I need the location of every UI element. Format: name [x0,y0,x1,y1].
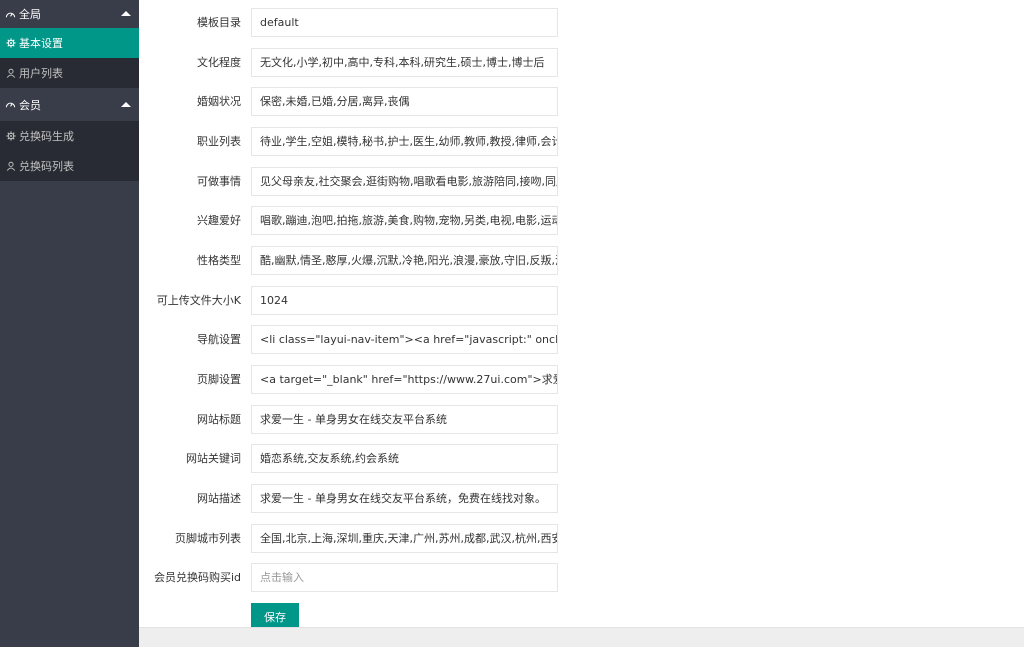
field-label: 性格类型 [197,254,241,267]
nav-group-global[interactable]: 全局 [0,0,139,28]
form-row-template-dir: 模板目录 default [139,8,569,38]
user-icon [5,160,17,172]
nav-group-member-children: 兑换码生成 兑换码列表 [0,121,139,181]
field-label: 会员兑换码购买id [153,571,241,584]
dashboard-icon [4,8,16,20]
field-label: 可做事情 [197,175,241,188]
nav-group-global-children: 基本设置 用户列表 [0,28,139,88]
sidebar-item-label: 兑换码列表 [19,160,74,173]
field-label: 导航设置 [197,333,241,346]
upload-size-input[interactable]: 1024 [251,286,558,315]
sidebar-item-label: 基本设置 [19,37,63,50]
sidebar-item-code-generate[interactable]: 兑换码生成 [0,121,139,151]
form-row-personality: 性格类型 酷,幽默,情圣,憨厚,火爆,沉默,冷艳,阳光,浪漫,豪放,守旧,反叛,… [139,246,569,276]
hobbies-input[interactable]: 唱歌,蹦迪,泡吧,拍拖,旅游,美食,购物,宠物,另类,电视,电影,运动,睡 [251,206,558,235]
field-label: 文化程度 [197,56,241,69]
form-row-activities: 可做事情 见父母亲友,社交聚会,逛街购物,唱歌看电影,旅游陪同,接吻,同居,做 [139,167,569,197]
sidebar-item-label: 兑换码生成 [19,130,74,143]
form-row-site-description: 网站描述 求爱一生 - 单身男女在线交友平台系统，免费在线找对象。 [139,484,569,514]
gear-icon [5,130,17,142]
field-label: 网站描述 [197,492,241,505]
site-description-input[interactable]: 求爱一生 - 单身男女在线交友平台系统，免费在线找对象。 [251,484,558,513]
footer-settings-input[interactable]: <a target="_blank" href="https://www.27u… [251,365,558,394]
education-input[interactable]: 无文化,小学,初中,高中,专科,本科,研究生,硕士,博士,博士后 [251,48,558,77]
field-label: 职业列表 [197,135,241,148]
form-row-education: 文化程度 无文化,小学,初中,高中,专科,本科,研究生,硕士,博士,博士后 [139,48,569,78]
site-title-input[interactable]: 求爱一生 - 单身男女在线交友平台系统 [251,405,558,434]
form-row-footer-settings: 页脚设置 <a target="_blank" href="https://ww… [139,365,569,395]
form-row-member-code-id: 会员兑换码购买id 点击输入 [139,563,569,593]
sidebar-item-code-list[interactable]: 兑换码列表 [0,151,139,181]
template-dir-input[interactable]: default [251,8,558,37]
field-label: 兴趣爱好 [197,214,241,227]
form-row-footer-cities: 页脚城市列表 全国,北京,上海,深圳,重庆,天津,广州,苏州,成都,武汉,杭州,… [139,524,569,554]
form-row-hobbies: 兴趣爱好 唱歌,蹦迪,泡吧,拍拖,旅游,美食,购物,宠物,另类,电视,电影,运动… [139,206,569,236]
sidebar: 全局 基本设置 用户列表 会员 兑换码生成 兑换码列表 [0,0,139,647]
marital-input[interactable]: 保密,未婚,已婚,分居,离异,丧偶 [251,87,558,116]
dashboard-icon [4,99,16,111]
gear-icon [5,37,17,49]
caret-up-icon [121,102,131,107]
caret-up-icon [121,11,131,16]
sidebar-item-label: 用户列表 [19,67,63,80]
form-row-marital: 婚姻状况 保密,未婚,已婚,分居,离异,丧偶 [139,87,569,117]
footer-cities-input[interactable]: 全国,北京,上海,深圳,重庆,天津,广州,苏州,成都,武汉,杭州,西安 [251,524,558,553]
main-content: 模板目录 default 文化程度 无文化,小学,初中,高中,专科,本科,研究生… [139,0,1024,647]
field-label: 婚姻状况 [197,95,241,108]
form-row-occupation: 职业列表 待业,学生,空姐,模特,秘书,护士,医生,幼师,教师,教授,律师,会计… [139,127,569,157]
form-row-site-keywords: 网站关键词 婚恋系统,交友系统,约会系统 [139,444,569,474]
personality-input[interactable]: 酷,幽默,情圣,憨厚,火爆,沉默,冷艳,阳光,浪漫,豪放,守旧,反叛,活泼 [251,246,558,275]
nav-group-title: 全局 [19,8,41,21]
nav-settings-input[interactable]: <li class="layui-nav-item"><a href="java… [251,325,558,354]
occupation-input[interactable]: 待业,学生,空姐,模特,秘书,护士,医生,幼师,教师,教授,律师,会计师, [251,127,558,156]
page-footer [139,627,1024,647]
activities-input[interactable]: 见父母亲友,社交聚会,逛街购物,唱歌看电影,旅游陪同,接吻,同居,做 [251,167,558,196]
field-label: 网站标题 [197,413,241,426]
nav-group-member[interactable]: 会员 [0,88,139,121]
field-label: 网站关键词 [186,452,241,465]
sidebar-item-user-list[interactable]: 用户列表 [0,58,139,88]
form-row-nav-settings: 导航设置 <li class="layui-nav-item"><a href=… [139,325,569,355]
member-code-id-input[interactable]: 点击输入 [251,563,558,592]
site-keywords-input[interactable]: 婚恋系统,交友系统,约会系统 [251,444,558,473]
field-label: 可上传文件大小K [156,294,241,307]
sidebar-item-basic-settings[interactable]: 基本设置 [0,28,139,58]
field-label: 页脚城市列表 [175,532,241,545]
field-label: 模板目录 [197,16,241,29]
user-icon [5,67,17,79]
form-row-site-title: 网站标题 求爱一生 - 单身男女在线交友平台系统 [139,405,569,435]
nav-group-title: 会员 [19,98,41,112]
form-row-upload-size: 可上传文件大小K 1024 [139,286,569,316]
field-label: 页脚设置 [197,373,241,386]
